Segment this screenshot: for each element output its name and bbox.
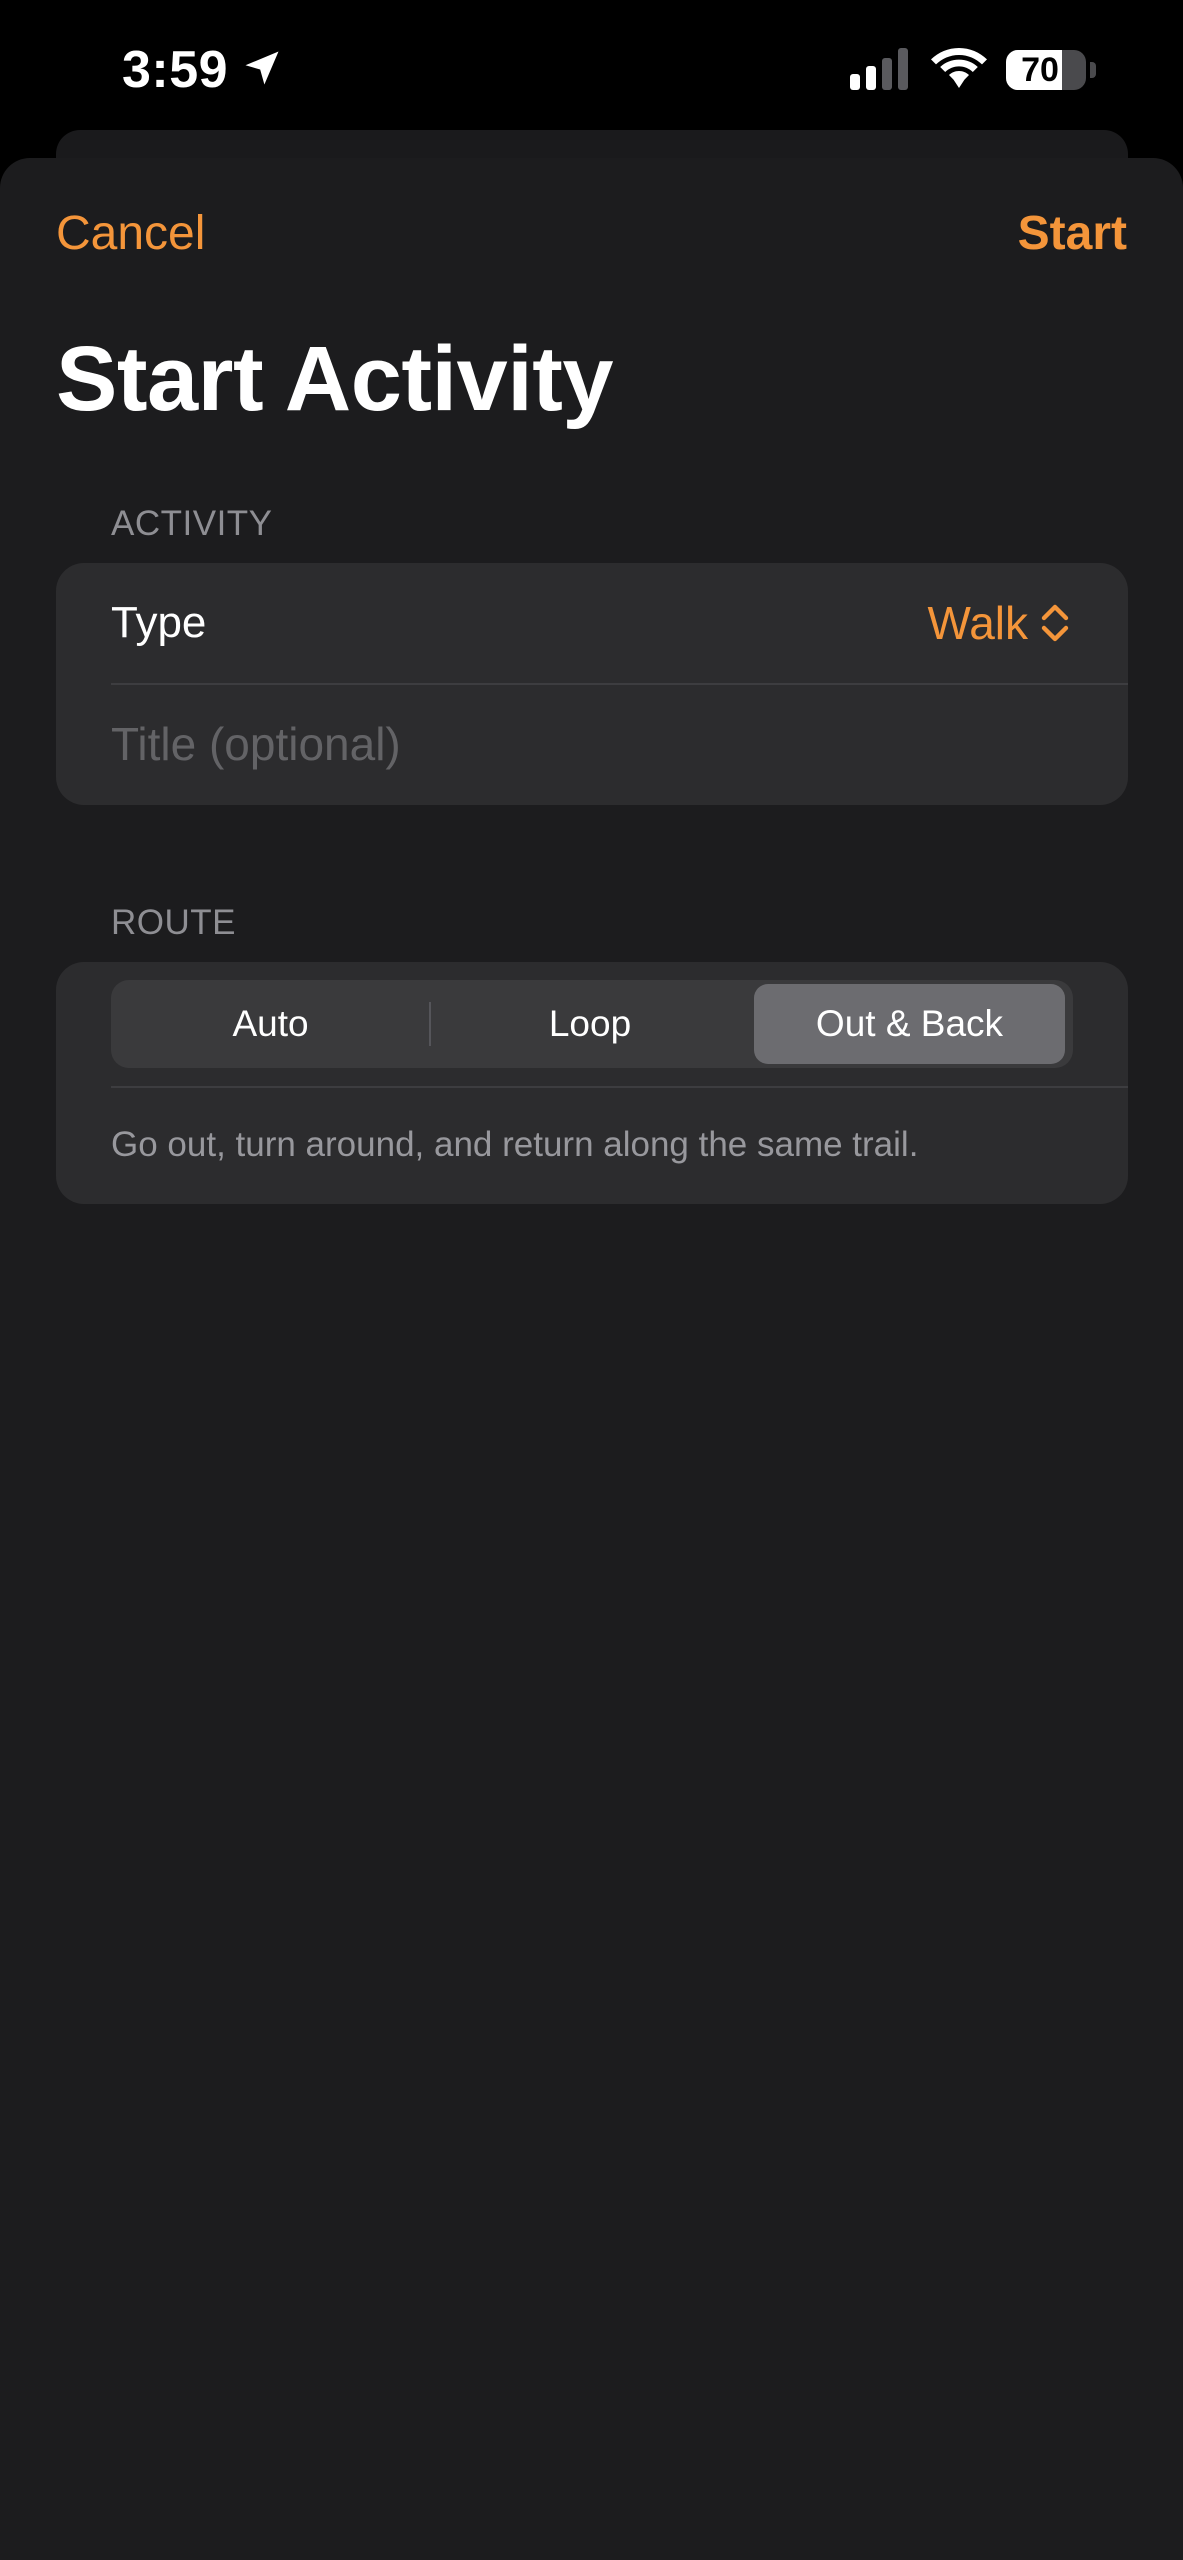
wifi-icon <box>931 48 987 88</box>
battery-icon: 70 <box>1006 50 1086 90</box>
page-title: Start Activity <box>56 328 614 430</box>
activity-group: Type Walk <box>56 563 1128 805</box>
location-arrow-icon <box>245 51 279 85</box>
route-section-header: ROUTE <box>111 903 236 942</box>
segment-divider <box>429 1002 431 1046</box>
type-value[interactable]: Walk <box>927 593 1028 653</box>
start-button[interactable]: Start <box>1018 204 1127 264</box>
battery-cap <box>1090 62 1096 78</box>
route-option-loop[interactable]: Loop <box>433 984 747 1064</box>
activity-section-header: ACTIVITY <box>111 504 273 543</box>
battery-percent: 70 <box>1021 51 1059 89</box>
status-time: 3:59 <box>122 41 229 99</box>
route-description: Go out, turn around, and return along th… <box>111 1125 919 1164</box>
type-row[interactable]: Type Walk <box>56 563 1128 683</box>
cellular-signal-icon <box>850 48 908 90</box>
route-option-auto[interactable]: Auto <box>115 984 426 1064</box>
cancel-button[interactable]: Cancel <box>56 204 205 264</box>
route-option-out-and-back[interactable]: Out & Back <box>754 984 1065 1064</box>
start-activity-sheet: Cancel Start Start Activity ACTIVITY Typ… <box>0 158 1183 2560</box>
route-group: Auto Loop Out & Back Go out, turn around… <box>56 962 1128 1204</box>
title-input[interactable] <box>111 685 1071 803</box>
type-label: Type <box>111 598 207 647</box>
row-divider <box>111 1086 1128 1088</box>
route-segmented-control[interactable]: Auto Loop Out & Back <box>111 980 1073 1068</box>
chevron-up-down-icon <box>1041 604 1069 642</box>
status-bar: 3:59 70 <box>0 0 1183 130</box>
